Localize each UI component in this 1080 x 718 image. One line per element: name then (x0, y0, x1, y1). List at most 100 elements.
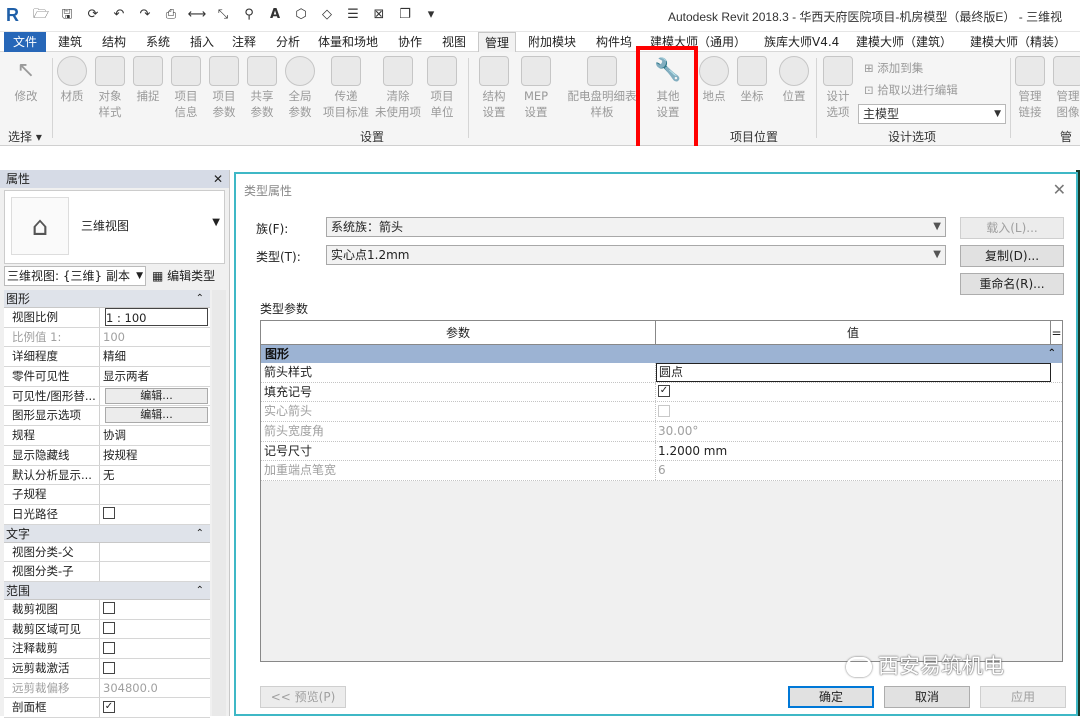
purge-unused-button[interactable]: 清除 未使用项 (372, 56, 424, 120)
object-styles-button[interactable]: 对象 样式 (90, 56, 130, 120)
global-parameters-button[interactable]: 全局 参数 (280, 56, 320, 120)
text-icon[interactable]: A (264, 6, 286, 24)
active-design-option-select[interactable]: 主模型 ▼ (858, 104, 1006, 124)
checkbox-checked[interactable]: ✓ (658, 385, 670, 398)
manage-images-button[interactable]: 管理 图像 (1048, 56, 1080, 120)
modify-button[interactable]: ↖ 修改 (6, 56, 46, 104)
manage-links-button[interactable]: 管理 链接 (1010, 56, 1050, 120)
snaps-button[interactable]: 捕捉 (128, 56, 168, 104)
property-value[interactable]: 精细 (103, 349, 126, 363)
tab-manage[interactable]: 管理 (478, 32, 517, 52)
save-icon[interactable]: 🖫 (56, 6, 78, 24)
duplicate-button[interactable]: 复制(D)... (960, 245, 1064, 267)
close-hidden-icon[interactable]: ⊠ (368, 6, 390, 24)
select-panel-label[interactable]: 选择 ▾ (8, 128, 42, 145)
thin-lines-icon[interactable]: ☰ (342, 6, 364, 24)
tab-systems[interactable]: 系统 (146, 32, 170, 52)
edit-type-button[interactable]: ▦ 编辑类型 (152, 266, 228, 286)
checkbox[interactable] (103, 641, 115, 654)
shared-parameters-button[interactable]: 共享 参数 (242, 56, 282, 120)
project-units-button[interactable]: 项目 单位 (422, 56, 462, 120)
additional-settings-button[interactable]: 🔧 其他 设置 (648, 56, 688, 120)
project-parameters-button[interactable]: 项目 参数 (204, 56, 244, 120)
ok-button[interactable]: 确定 (788, 686, 874, 708)
properties-scrollbar[interactable] (212, 290, 226, 716)
property-value[interactable]: 显示两者 (103, 369, 149, 383)
type-selector[interactable]: ⌂ 三维视图 ▼ (4, 190, 225, 264)
ribbon-tab-bar: 文件 建筑 结构 系统 插入 注释 分析 体量和场地 协作 视图 管理 附加模块… (0, 32, 1080, 52)
print-icon[interactable]: ⎙ (160, 6, 182, 24)
measure-icon[interactable]: ⟷ (186, 6, 208, 24)
3d-view-icon[interactable]: ⬡ (290, 6, 312, 24)
tab-add-ins[interactable]: 附加模块 (528, 32, 576, 52)
section-icon[interactable]: ◇ (316, 6, 338, 24)
dimension-icon[interactable]: ⤡ (212, 6, 234, 24)
undo-icon[interactable]: ↶ (108, 6, 130, 24)
design-options-button[interactable]: 设计 选项 (818, 56, 858, 120)
dialog-title: 类型属性 (244, 184, 293, 198)
checkbox[interactable] (103, 507, 115, 520)
tab-bim-master-arch[interactable]: 建模大师（建筑） (856, 32, 952, 52)
value-input[interactable]: 圆点 (656, 363, 1051, 382)
tab-component-hub[interactable]: 构件坞 (596, 32, 632, 52)
tab-massing-site[interactable]: 体量和场地 (318, 32, 378, 52)
position-button[interactable]: 位置 (774, 56, 814, 104)
panel-schedule-templates-button[interactable]: 配电盘明细表 样板 (564, 56, 640, 120)
preview-button[interactable]: << 预览(P) (260, 686, 346, 708)
coordinates-button[interactable]: 坐标 (732, 56, 772, 104)
checkbox-checked[interactable]: ✓ (103, 700, 115, 713)
add-to-set-button[interactable]: ⊞ 添加到集 (864, 60, 923, 76)
group-header[interactable]: 文字 ⌃ (4, 524, 210, 543)
tab-file[interactable]: 文件 (4, 32, 46, 52)
redo-icon[interactable]: ↷ (134, 6, 156, 24)
type-select[interactable]: 实心点1.2mm ▼ (326, 245, 946, 265)
tab-structure[interactable]: 结构 (102, 32, 126, 52)
load-button[interactable]: 载入(L)... (960, 217, 1064, 239)
edit-button[interactable]: 编辑... (105, 387, 208, 404)
rename-button[interactable]: 重命名(R)... (960, 273, 1064, 295)
materials-button[interactable]: 材质 (52, 56, 92, 104)
cancel-button[interactable]: 取消 (884, 686, 970, 708)
sync-icon[interactable]: ⟳ (82, 6, 104, 24)
value-field[interactable]: 1 : 100 (105, 308, 208, 326)
property-value[interactable]: 无 (103, 468, 115, 482)
instance-filter-select[interactable]: 三维视图: {三维} 副本 ▼ (4, 266, 146, 286)
pick-to-edit-button[interactable]: ⊡ 拾取以进行编辑 (864, 82, 958, 98)
group-header-graphics[interactable]: 图形 ⌃ (261, 345, 1062, 363)
parameter-value[interactable]: 1.2000 mm (658, 444, 727, 458)
apply-button[interactable]: 应用 (980, 686, 1066, 708)
family-select[interactable]: 系统族：箭头 ▼ (326, 217, 946, 237)
property-value[interactable]: 协调 (103, 428, 126, 442)
checkbox[interactable] (103, 602, 115, 615)
group-header[interactable]: 图形 ⌃ (4, 290, 210, 308)
location-button[interactable]: 地点 (694, 56, 734, 104)
project-information-button[interactable]: 项目 信息 (166, 56, 206, 120)
close-icon[interactable]: ✕ (1053, 180, 1066, 199)
column-header-value[interactable]: 值 (656, 321, 1051, 344)
switch-windows-icon[interactable]: ❐ (394, 6, 416, 24)
tab-annotate[interactable]: 注释 (232, 32, 256, 52)
structural-settings-button[interactable]: 结构 设置 (474, 56, 514, 120)
tab-view[interactable]: 视图 (442, 32, 466, 52)
checkbox[interactable] (103, 661, 115, 674)
tab-family-library[interactable]: 族库大师V4.4 (764, 32, 839, 52)
parameter-row: 实心箭头 (261, 402, 1062, 423)
transfer-project-standards-button[interactable]: 传递 项目标准 (318, 56, 374, 120)
tab-collaborate[interactable]: 协作 (398, 32, 422, 52)
tab-bim-master-general[interactable]: 建模大师（通用） (650, 32, 746, 52)
property-value[interactable]: 按规程 (103, 448, 138, 462)
column-header-parameter[interactable]: 参数 (261, 321, 656, 344)
close-icon[interactable]: ✕ (213, 170, 223, 188)
tab-insert[interactable]: 插入 (190, 32, 214, 52)
tag-icon[interactable]: ⚲ (238, 6, 260, 24)
tab-analyze[interactable]: 分析 (276, 32, 300, 52)
customize-icon[interactable]: ▾ (420, 6, 442, 24)
tab-architecture[interactable]: 建筑 (58, 32, 82, 52)
revit-logo-icon[interactable]: R (6, 5, 22, 25)
edit-button[interactable]: 编辑... (105, 407, 208, 424)
tab-bim-master-decor[interactable]: 建模大师（精装） (970, 32, 1066, 52)
mep-settings-button[interactable]: MEP 设置 (516, 56, 556, 120)
checkbox[interactable] (103, 622, 115, 635)
open-icon[interactable]: 🗁 (30, 6, 52, 24)
group-header[interactable]: 范围 ⌃ (4, 581, 210, 600)
